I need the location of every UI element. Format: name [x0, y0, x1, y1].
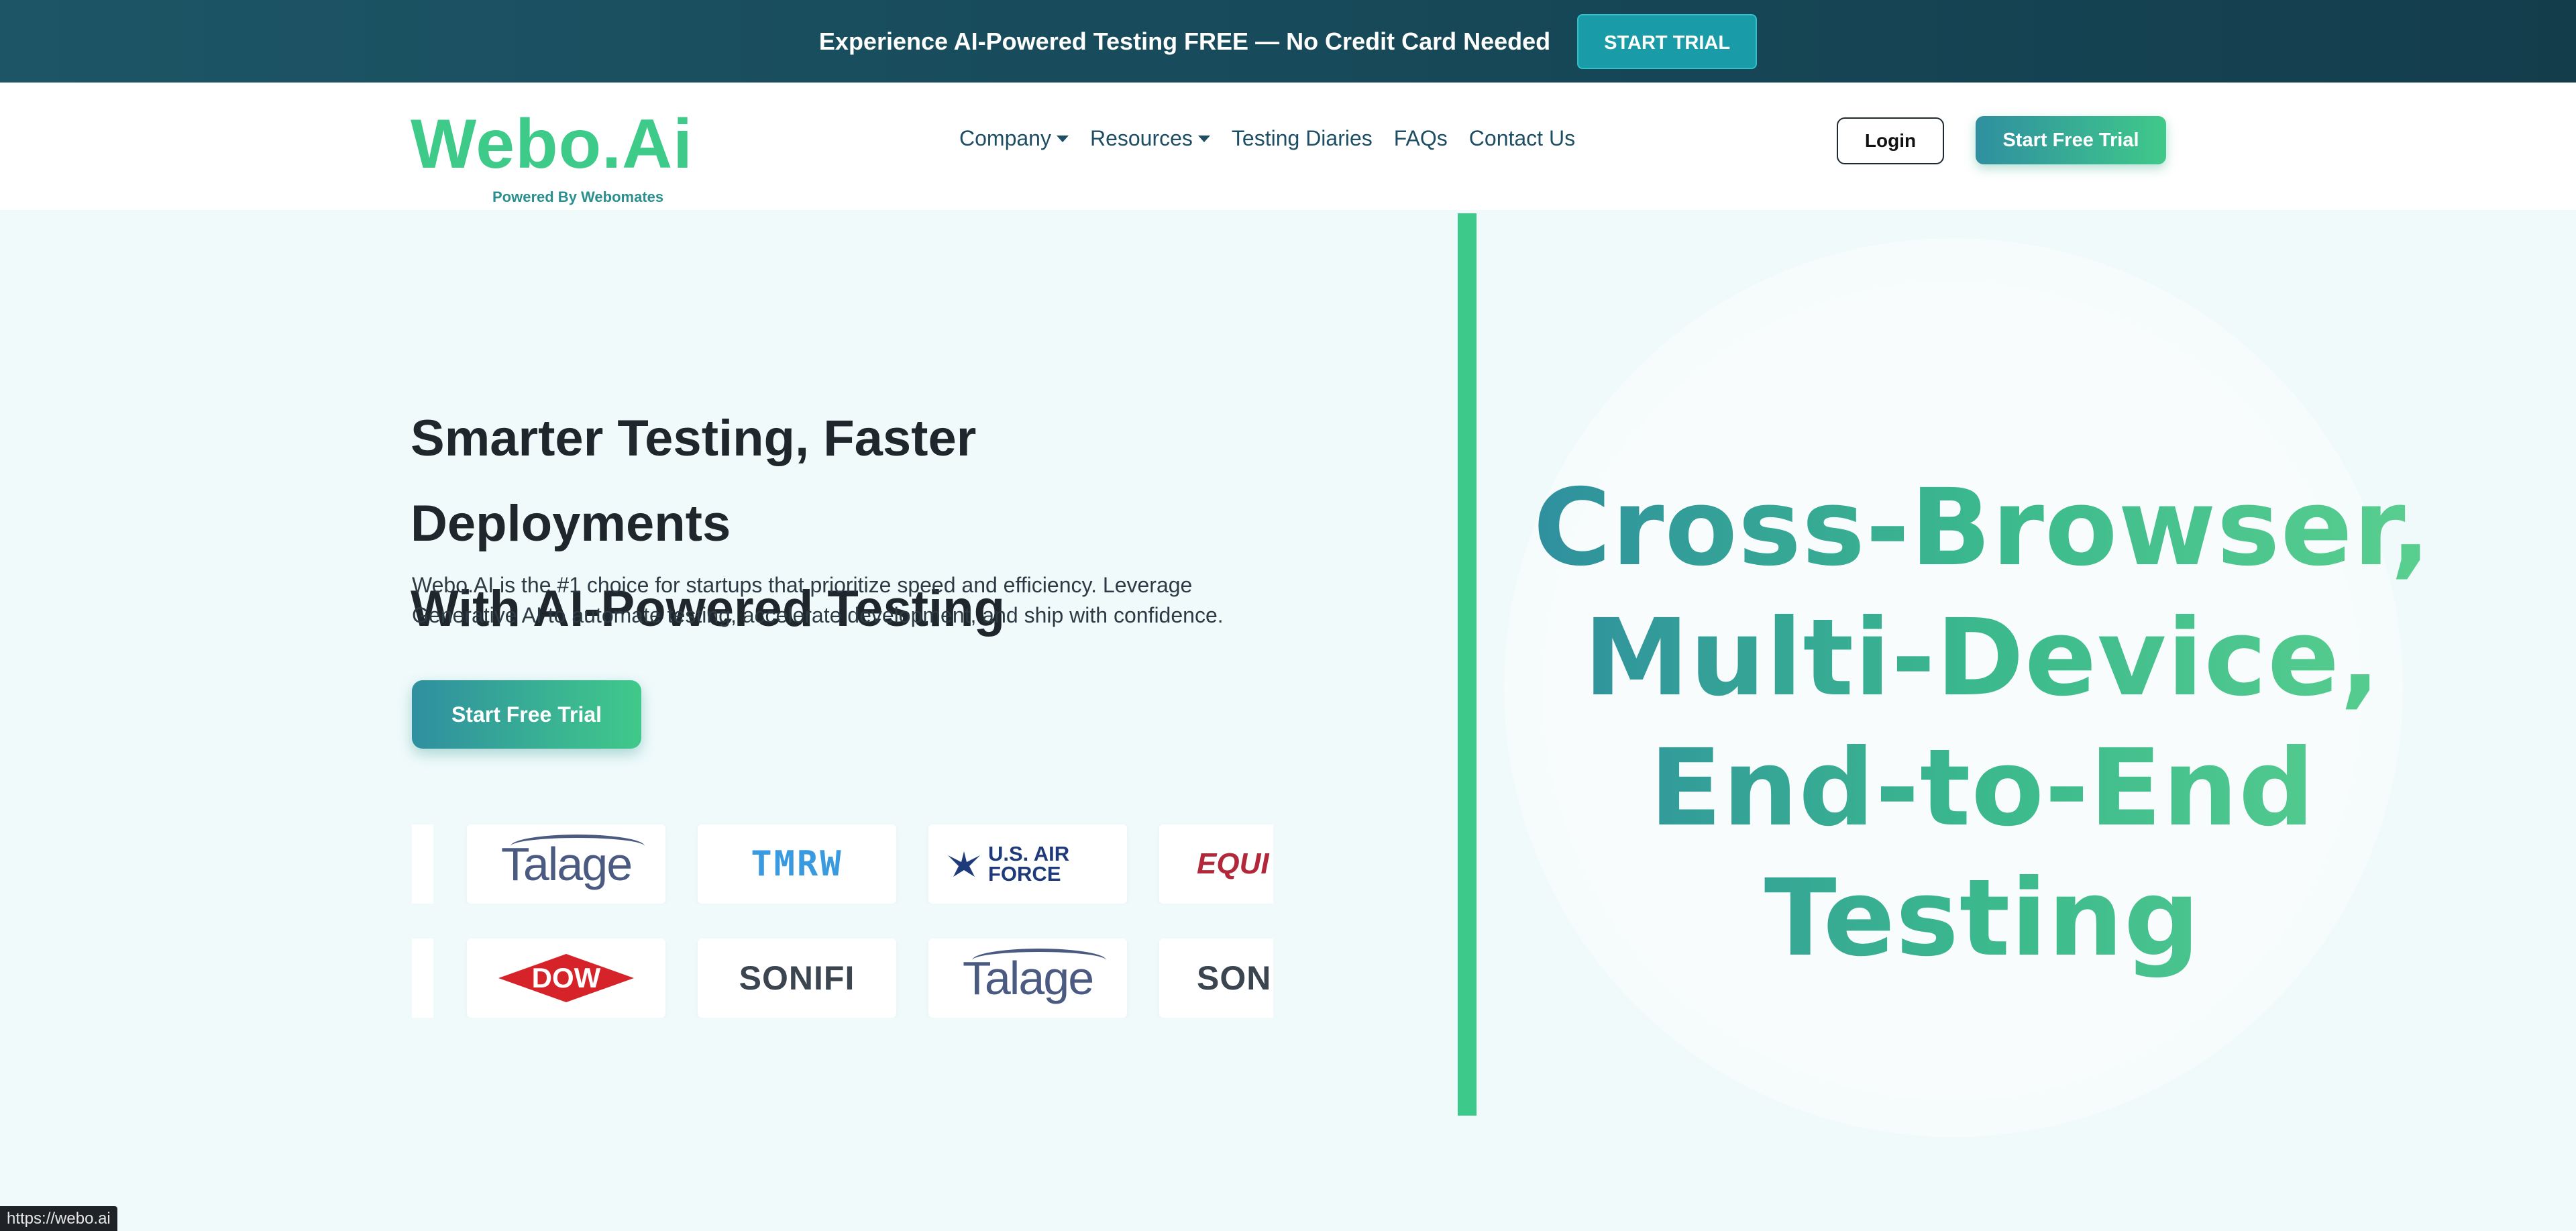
- hero-title-line: Smarter Testing, Faster Deployments: [411, 410, 977, 552]
- logo-tagline: Powered By Webomates: [492, 189, 664, 205]
- tmrw-logo: TMRW: [751, 844, 843, 884]
- promo-banner-text: Experience AI-Powered Testing FREE — No …: [818, 27, 1551, 55]
- sonifi-logo: SONIFI: [739, 959, 855, 997]
- feature-headline: Cross-Browser, Multi-Device, End-to-End …: [1523, 463, 2442, 983]
- sonifi-logo: SONI: [1197, 959, 1273, 997]
- main-navigation: Webo.Ai Powered By Webomates Company Res…: [0, 83, 2576, 210]
- feature-headline-line: Multi-Device,: [1583, 596, 2381, 720]
- logo-card-partial: [412, 939, 433, 1018]
- feature-headline-line: Testing: [1764, 857, 2201, 980]
- login-button[interactable]: Login: [1837, 117, 1944, 164]
- dow-logo: DOW: [496, 951, 637, 1005]
- nav-item-faqs[interactable]: FAQs: [1394, 126, 1448, 151]
- caret-down-icon: [1197, 135, 1210, 142]
- site-logo[interactable]: Webo.Ai Powered By Webomates: [411, 105, 694, 205]
- start-free-trial-nav-button[interactable]: Start Free Trial: [1976, 116, 2166, 164]
- air-force-logo: U.S. AIR FORCE: [947, 843, 1109, 884]
- caret-down-icon: [1056, 135, 1069, 142]
- nav-item-label: Company: [959, 126, 1051, 150]
- logo-card-talage: Talage: [928, 939, 1127, 1018]
- feature-headline-line: End-to-End: [1649, 727, 2316, 850]
- status-bar-url: https://webo.ai: [0, 1206, 117, 1231]
- talage-logo: Talage: [963, 949, 1106, 1005]
- nav-item-contact-us[interactable]: Contact Us: [1469, 126, 1575, 151]
- section-divider: [1458, 213, 1477, 1116]
- feature-headline-line: Cross-Browser,: [1533, 466, 2432, 590]
- client-logos-row-1: Talage TMRW U.S. AIR FORCE EQUI: [412, 824, 1273, 904]
- nav-item-resources[interactable]: Resources: [1090, 126, 1210, 151]
- logo-card-talage: Talage: [467, 824, 665, 904]
- logo-card-equi: EQUI: [1159, 824, 1273, 904]
- nav-item-testing-diaries[interactable]: Testing Diaries: [1232, 126, 1373, 151]
- nav-item-label: Resources: [1089, 126, 1193, 150]
- logo-card-tmrw: TMRW: [698, 824, 896, 904]
- talage-logo: Talage: [501, 835, 645, 891]
- logo-card-dow: DOW: [467, 939, 665, 1018]
- equi-logo: EQUI: [1197, 847, 1269, 880]
- logo-card-sonifi: SONIFI: [698, 939, 896, 1018]
- promo-banner: Experience AI-Powered Testing FREE — No …: [0, 0, 2576, 83]
- client-logos-row-2: DOW SONIFI Talage SONI: [412, 939, 1273, 1018]
- hero-description: Webo.AI is the #1 choice for startups th…: [412, 573, 1224, 627]
- nav-links: Company Resources Testing Diaries FAQs C…: [959, 126, 1575, 151]
- nav-item-company[interactable]: Company: [959, 126, 1069, 151]
- logo-card-partial: [412, 824, 433, 904]
- logo-card-sonifi-partial: SONI: [1159, 939, 1273, 1018]
- start-free-trial-hero-button[interactable]: Start Free Trial: [412, 680, 641, 749]
- start-trial-banner-button[interactable]: START TRIAL: [1577, 13, 1758, 69]
- logo-wordmark: Webo.Ai: [411, 105, 694, 183]
- air-force-wings-icon: [948, 851, 980, 877]
- logo-card-air-force: U.S. AIR FORCE: [928, 824, 1127, 904]
